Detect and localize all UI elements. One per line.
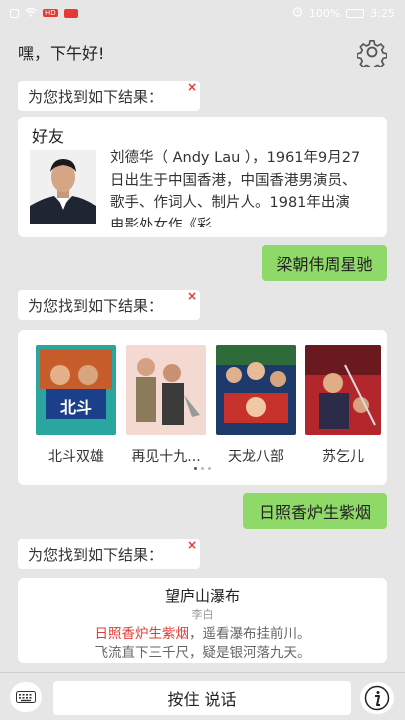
movie-poster xyxy=(216,345,296,435)
movie-title: 再见十九... xyxy=(131,449,201,465)
user-message-bubble: 日照香炉生紫烟 xyxy=(243,493,387,529)
status-bar: HD 100% 3:25 xyxy=(0,0,405,26)
result-header-bubble: 为您找到如下结果： × xyxy=(18,289,200,320)
input-bar: 按住 说话 xyxy=(0,672,405,720)
poem-line: 日照香炉生紫烟，遥看瀑布挂前川。 xyxy=(18,622,387,642)
hd-badge: HD xyxy=(43,9,58,17)
gear-icon xyxy=(357,39,387,67)
movie-poster xyxy=(305,345,381,435)
poem-card[interactable]: 望庐山瀑布 李白 日照香炉生紫烟，遥看瀑布挂前川。 飞流直下三千尺，疑是银河落九… xyxy=(18,578,387,663)
friend-photo xyxy=(30,150,96,224)
carousel-dot[interactable] xyxy=(201,467,204,470)
poem-author: 李白 xyxy=(191,608,214,621)
alarm-icon xyxy=(292,6,303,20)
wifi-icon xyxy=(25,7,37,20)
result-header-bubble: 为您找到如下结果： × xyxy=(18,80,200,111)
movie-item[interactable]: 北斗 北斗双雄 xyxy=(36,345,116,466)
carousel-dot[interactable] xyxy=(208,467,211,470)
result-header-text: 为您找到如下结果： xyxy=(28,545,164,564)
movie-title: 苏乞儿 xyxy=(322,449,364,465)
close-icon[interactable]: × xyxy=(187,80,197,94)
greeting-text: 嘿，下午好! xyxy=(18,44,105,63)
carousel-pagination xyxy=(18,467,387,470)
close-icon[interactable]: × xyxy=(187,289,197,303)
user-message-text: 梁朝伟周星驰 xyxy=(276,255,373,274)
friend-card-title: 好友 xyxy=(32,127,65,146)
result-header-text: 为您找到如下结果： xyxy=(28,296,164,315)
result-header-text: 为您找到如下结果： xyxy=(28,87,164,106)
result-header-bubble: 为您找到如下结果： × xyxy=(18,538,200,569)
movie-results-card: 北斗 北斗双雄 再见十九... 天龙八部 苏乞儿 xyxy=(18,330,387,485)
poem-highlight: 日照香炉生紫烟 xyxy=(94,626,190,642)
hold-to-talk-button[interactable]: 按住 说话 xyxy=(53,681,351,715)
keyboard-icon xyxy=(16,691,36,703)
user-message-bubble: 梁朝伟周星驰 xyxy=(262,245,387,281)
svg-text:北斗: 北斗 xyxy=(60,398,92,417)
notification-icon xyxy=(63,8,78,18)
movie-item[interactable]: 再见十九... xyxy=(126,345,206,466)
battery-percent: 100% xyxy=(308,6,341,20)
settings-button[interactable] xyxy=(357,37,387,67)
movie-item[interactable]: 天龙八部 xyxy=(216,345,296,466)
header: 嘿，下午好! xyxy=(0,26,405,78)
user-message-text: 日照香炉生紫烟 xyxy=(258,503,371,522)
movie-poster: 北斗 xyxy=(36,345,116,435)
info-button[interactable] xyxy=(360,682,394,714)
movie-title: 天龙八部 xyxy=(228,449,284,465)
battery-icon xyxy=(346,8,365,18)
poem-line-rest: ，遥看瀑布挂前川。 xyxy=(189,626,311,642)
friend-description: 刘德华（ Andy Lau ），1961年9月27日出生于中国香港，中国香港男演… xyxy=(110,150,361,227)
movie-item[interactable]: 苏乞儿 xyxy=(305,345,381,466)
poem-line: 飞流直下三千尺，疑是银河落九天。 xyxy=(94,645,311,661)
close-icon[interactable]: × xyxy=(187,538,197,552)
movie-poster xyxy=(126,345,206,435)
movie-title: 北斗双雄 xyxy=(48,449,104,465)
carousel-dot[interactable] xyxy=(194,467,197,470)
clock: 3:25 xyxy=(370,6,395,20)
poem-title: 望庐山瀑布 xyxy=(164,587,240,605)
friend-card[interactable]: 好友 刘德华（ Andy Lau ），1961年9月27日出生于中国香港，中国香… xyxy=(18,117,387,237)
info-icon xyxy=(364,685,390,711)
keyboard-button[interactable] xyxy=(10,682,42,712)
sim-icon xyxy=(10,8,19,18)
